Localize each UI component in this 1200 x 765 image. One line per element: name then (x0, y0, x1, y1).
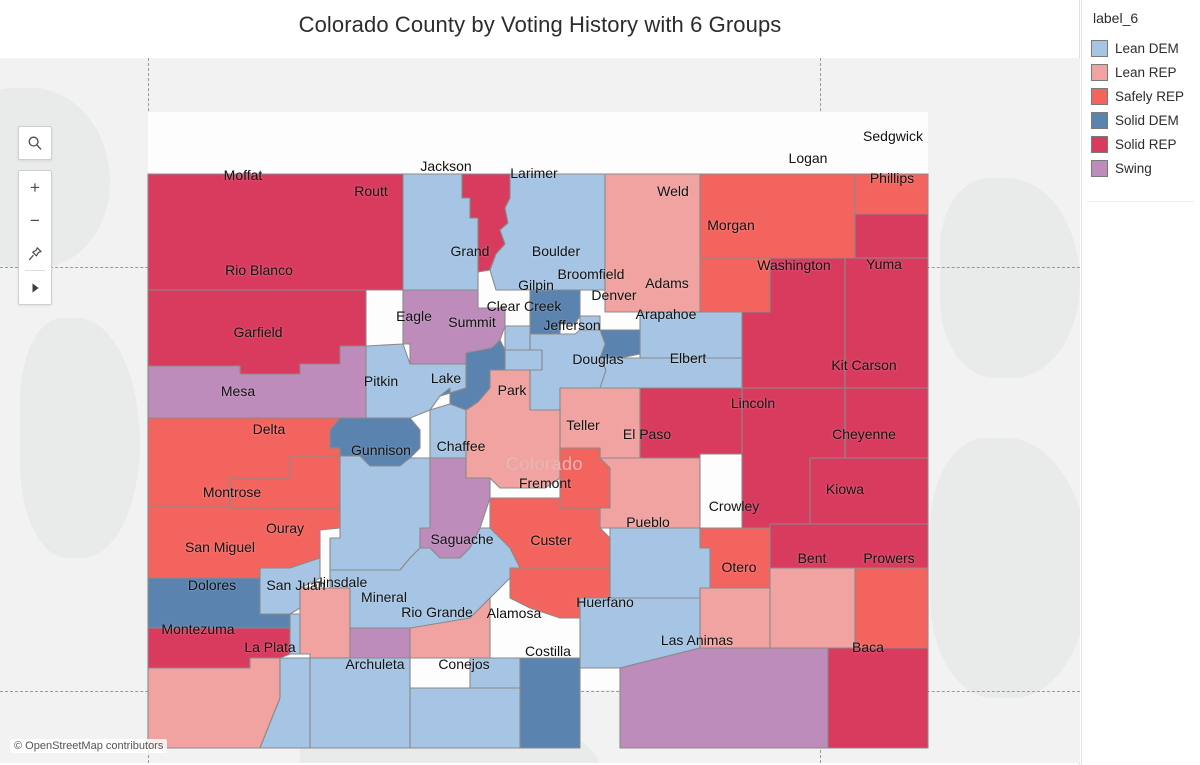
county-shape[interactable] (844, 387, 929, 459)
county-shape[interactable] (409, 687, 521, 749)
county-shape[interactable] (309, 657, 411, 749)
osm-attribution[interactable]: © OpenStreetMap contributors (10, 739, 168, 753)
tableau-map-view: Colorado County by Voting History with 6… (0, 0, 1200, 765)
legend-swatch (1091, 63, 1108, 81)
county-shape[interactable] (619, 647, 829, 749)
legend-item-label: Safely REP (1115, 88, 1185, 104)
county-shape[interactable] (844, 257, 929, 389)
county-shape[interactable] (854, 567, 929, 649)
pin-icon (28, 246, 42, 260)
county-shape[interactable] (289, 613, 301, 655)
county-shape[interactable] (854, 173, 929, 215)
county-shape[interactable] (147, 657, 281, 749)
zoom-in-button[interactable]: + (19, 171, 51, 204)
legend-swatch (1091, 39, 1108, 57)
legend-items: Lean DEM Lean REP Safely REP Solid DEM Solid… (1091, 36, 1200, 180)
legend-item-label: Swing (1115, 160, 1152, 176)
county-shape[interactable] (769, 567, 856, 649)
page-title: Colorado County by Voting History with 6… (298, 12, 782, 37)
county-shape[interactable] (147, 289, 367, 375)
legend-swatch (1091, 159, 1108, 177)
legend-item[interactable]: Lean REP (1091, 60, 1200, 84)
county-shape[interactable] (529, 289, 581, 335)
search-icon (28, 136, 42, 150)
legend-item[interactable]: Solid REP (1091, 132, 1200, 156)
county-shape[interactable] (599, 357, 743, 389)
legend-item-label: Lean DEM (1115, 40, 1179, 56)
map-search-button[interactable] (18, 126, 52, 160)
legend-divider (1081, 0, 1082, 765)
legend-item[interactable]: Lean DEM (1091, 36, 1200, 60)
pin-button[interactable] (19, 237, 51, 270)
legend-item[interactable]: Solid DEM (1091, 108, 1200, 132)
county-shape[interactable] (299, 587, 351, 659)
legend-swatch (1091, 111, 1108, 129)
legend-item-label: Lean REP (1115, 64, 1177, 80)
county-shape[interactable] (769, 523, 929, 569)
zoom-out-button[interactable]: − (19, 204, 51, 237)
county-shape[interactable] (827, 647, 929, 749)
county-shape[interactable] (699, 257, 771, 313)
colorado-county-choropleth[interactable] (0, 58, 1080, 763)
play-triangle-icon (32, 282, 39, 293)
legend-panel: label_6 Lean DEM Lean REP Safely REP Solid … (1081, 0, 1200, 765)
county-shape[interactable] (429, 403, 467, 459)
visualization-panel: Colorado County by Voting History with 6… (0, 0, 1080, 765)
legend-item[interactable]: Safely REP (1091, 84, 1200, 108)
county-shape[interactable] (699, 587, 771, 649)
legend-title: label_6 (1093, 10, 1139, 26)
county-shape[interactable] (809, 457, 929, 525)
legend-bottom-divider (1087, 201, 1194, 202)
county-shape[interactable] (639, 311, 743, 359)
legend-swatch (1091, 87, 1108, 105)
county-shape[interactable] (599, 457, 701, 529)
map-zoom-toolbar[interactable]: + − (18, 170, 52, 305)
legend-swatch (1091, 135, 1108, 153)
legend-item-label: Solid DEM (1115, 112, 1179, 128)
map-canvas[interactable]: Colorado Moffat Routt Jackson Larimer Weld Lo… (0, 58, 1080, 763)
county-shape[interactable] (639, 387, 743, 459)
county-shape[interactable] (579, 315, 601, 331)
county-shape[interactable] (504, 325, 531, 351)
legend-item[interactable]: Swing (1091, 156, 1200, 180)
county-shape[interactable] (519, 657, 581, 749)
map-options-button[interactable] (19, 271, 51, 304)
legend-item-label: Solid REP (1115, 136, 1177, 152)
county-shape[interactable] (854, 213, 929, 259)
county-shape[interactable] (147, 173, 404, 291)
county-shape[interactable] (699, 173, 856, 259)
